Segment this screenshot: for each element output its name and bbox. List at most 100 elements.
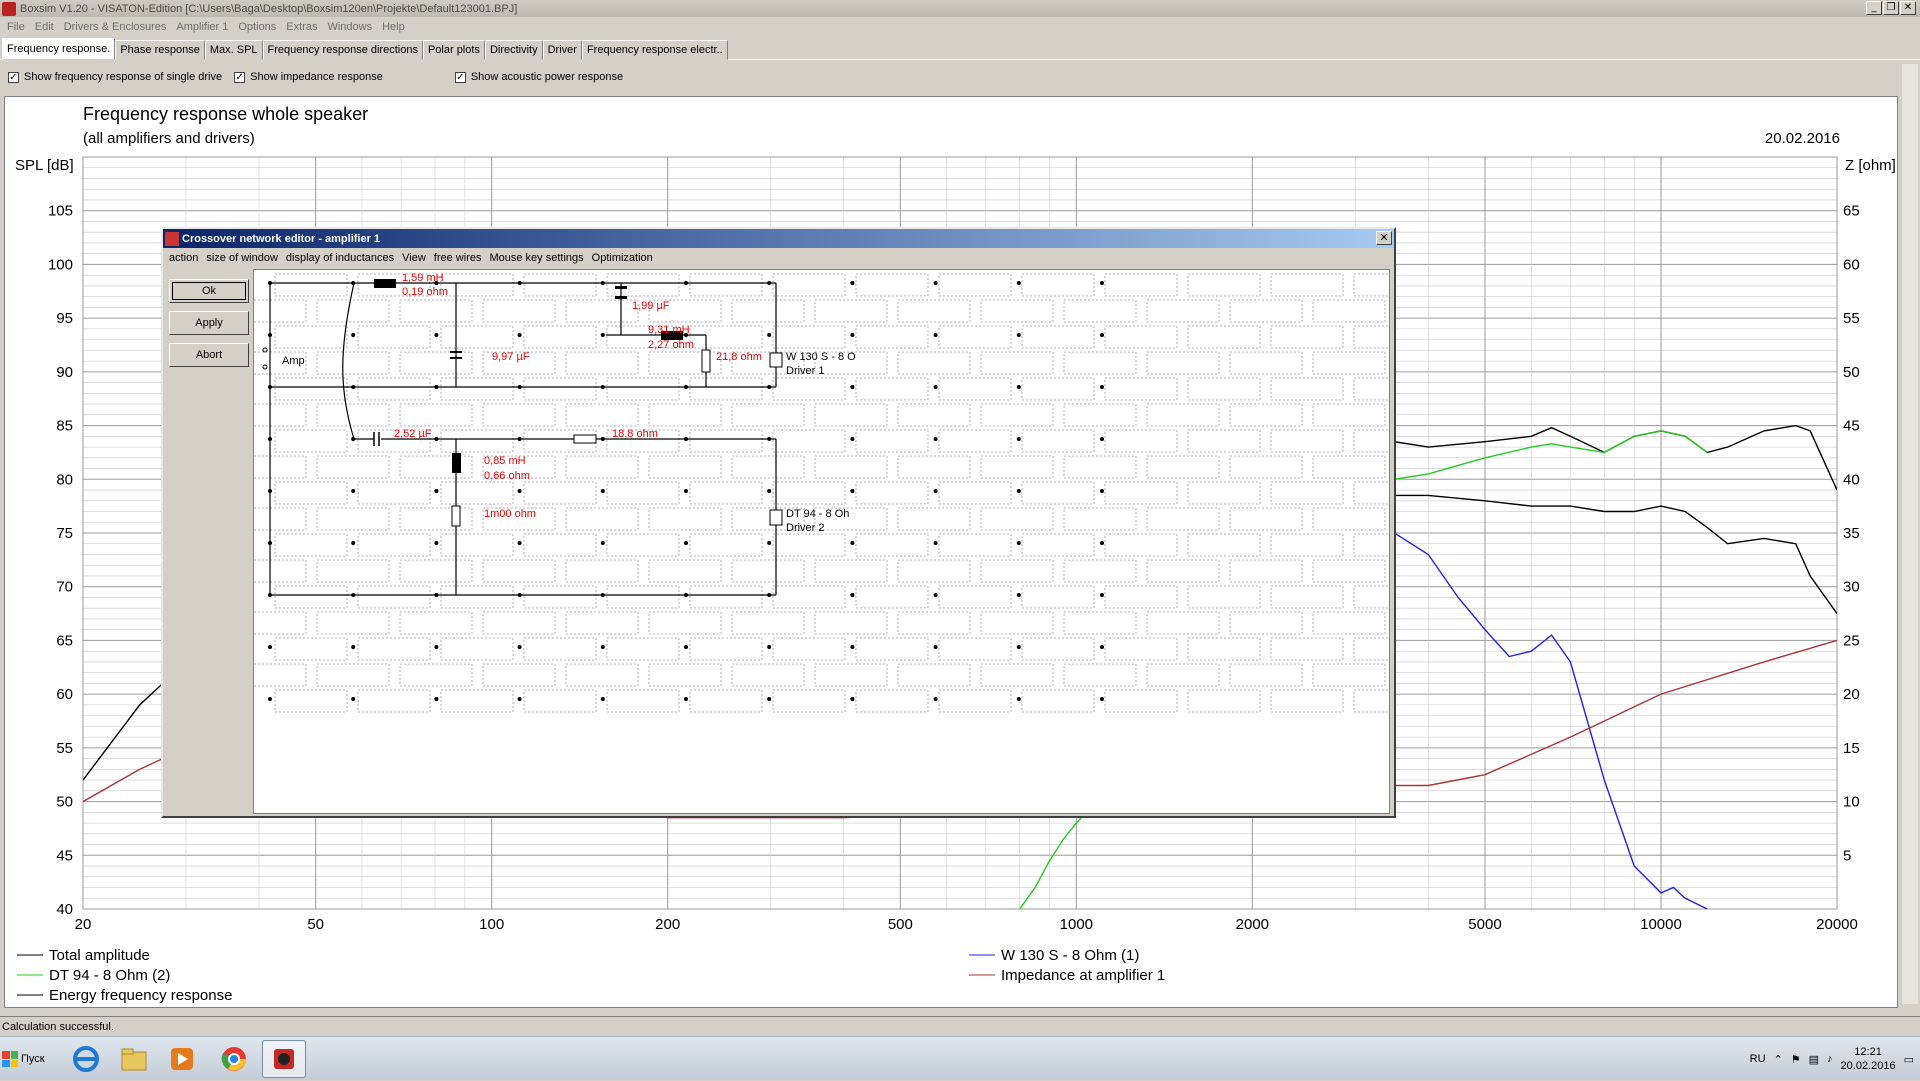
media-player-icon[interactable] (160, 1040, 204, 1078)
restore-icon[interactable]: ❐ (1883, 1, 1899, 15)
grid-node (850, 697, 855, 701)
option-impedance[interactable]: ✓ Show impedance response (234, 71, 383, 83)
placement-slot (357, 585, 431, 609)
checkbox-impedance[interactable]: ✓ (234, 71, 246, 83)
tray-expand-icon[interactable]: ⌃ (1774, 1053, 1783, 1066)
apply-button[interactable]: Apply (169, 311, 249, 335)
dialog-menu-view[interactable]: View (400, 252, 432, 264)
c3-value: 2,52 µF (394, 428, 432, 440)
grid-node (1016, 385, 1021, 389)
clock[interactable]: 12:21 20.02.2016 (1841, 1045, 1896, 1073)
menu-bar: File Edit Drivers & Enclosures Amplifier… (0, 17, 1920, 37)
vertical-scrollbar[interactable] (1902, 64, 1918, 1004)
y-tick-label: 40 (56, 901, 73, 918)
app-icon (2, 1, 16, 16)
placement-slot (523, 481, 597, 505)
grid-node (850, 437, 855, 441)
placement-slot (938, 585, 1012, 609)
close-icon[interactable]: ✕ (1376, 231, 1392, 245)
grid-node (933, 541, 938, 545)
capacitor-c1-plate-2 (615, 296, 627, 299)
c1-value: 1,99 µF (632, 300, 670, 312)
tab-max-spl[interactable]: Max. SPL (204, 40, 263, 60)
menu-drivers-enclosures[interactable]: Drivers & Enclosures (59, 21, 172, 33)
placement-slot (1146, 403, 1220, 427)
amp-label: Amp (282, 355, 305, 367)
dialog-menu-free-wires[interactable]: free wires (432, 252, 488, 264)
menu-windows[interactable]: Windows (322, 21, 377, 33)
placement-slot (1104, 429, 1178, 453)
dialog-menu-display-inductances[interactable]: display of inductances (284, 252, 400, 264)
chart-legend: Total amplitude DT 94 - 8 Ohm (2) Energy… (17, 947, 1165, 1004)
tab-frequency-response[interactable]: Frequency response. (2, 38, 116, 60)
placement-slot (606, 481, 680, 505)
x-tick-label: 2000 (1236, 916, 1269, 933)
y2-tick-label: 35 (1843, 525, 1860, 542)
menu-help[interactable]: Help (377, 21, 410, 33)
menu-amplifier[interactable]: Amplifier 1 (171, 21, 233, 33)
menu-edit[interactable]: Edit (30, 21, 59, 33)
circuit-diagram[interactable]: Amp 1,59 mH 0,19 ohm 1,99 µF 9,31 mH 2,2… (254, 270, 1390, 814)
tab-frequency-response-directions[interactable]: Frequency response directions (262, 40, 423, 60)
grid-node (1100, 593, 1104, 597)
file-explorer-icon[interactable] (112, 1040, 156, 1078)
y-axis-label: SPL [dB] (15, 157, 74, 174)
placement-slot (440, 637, 514, 661)
start-button[interactable]: Пуск (2, 1041, 52, 1077)
dialog-menu-size-of-window[interactable]: size of window (204, 252, 284, 264)
placement-slot (1353, 325, 1389, 349)
internet-explorer-icon[interactable] (64, 1040, 108, 1078)
placement-slot (938, 689, 1012, 713)
language-indicator[interactable]: RU (1750, 1053, 1766, 1065)
grid-node (434, 541, 439, 545)
tab-polar-plots[interactable]: Polar plots (422, 40, 485, 60)
placement-slot (440, 377, 514, 401)
boxsim-taskbar-icon[interactable] (262, 1040, 306, 1078)
r3-value: 1m00 ohm (484, 508, 536, 520)
tab-frequency-response-electrical[interactable]: Frequency response electr.. (581, 40, 728, 60)
abort-button[interactable]: Abort (169, 343, 249, 367)
placement-slot (772, 273, 846, 297)
placement-slot (897, 455, 971, 479)
menu-file[interactable]: File (2, 21, 30, 33)
grid-node (767, 489, 772, 493)
minimize-icon[interactable]: _ (1866, 1, 1882, 15)
placement-slot (1187, 481, 1261, 505)
dialog-menu-optimization[interactable]: Optimization (590, 252, 659, 264)
close-icon[interactable]: ✕ (1900, 1, 1916, 15)
placement-slot (1312, 507, 1386, 531)
checkbox-acoustic-power[interactable]: ✓ (454, 71, 466, 83)
placement-slot (606, 273, 680, 297)
show-desktop-icon[interactable]: ▭ (1904, 1053, 1914, 1066)
placement-slot (814, 663, 888, 687)
menu-options[interactable]: Options (233, 21, 281, 33)
option-acoustic-power[interactable]: ✓ Show acoustic power response (454, 71, 623, 83)
placement-slot (316, 299, 390, 323)
ok-button[interactable]: Ok (169, 279, 249, 303)
placement-slot (855, 689, 929, 713)
placement-slot (938, 533, 1012, 557)
tab-phase-response[interactable]: Phase response (115, 40, 205, 60)
placement-slot (980, 507, 1054, 531)
dialog-menu-mouse-keys[interactable]: Mouse key settings (487, 252, 589, 264)
checkbox-single-driver[interactable]: ✓ (8, 71, 19, 83)
circuit-canvas[interactable]: Amp 1,59 mH 0,19 ohm 1,99 µF 9,31 mH 2,2… (253, 269, 1390, 814)
capacitor-c1-plate (615, 286, 627, 289)
action-center-icon[interactable]: ⚑ (1791, 1053, 1801, 1066)
placement-slot (1312, 611, 1386, 635)
placement-slot (399, 559, 473, 583)
volume-icon[interactable]: ♪ (1827, 1053, 1833, 1065)
menu-extras[interactable]: Extras (281, 21, 322, 33)
tab-driver[interactable]: Driver (542, 40, 582, 60)
placement-slot (1229, 351, 1303, 375)
placement-slot (731, 403, 805, 427)
grid-node (850, 541, 855, 545)
option-single-driver[interactable]: ✓ Show frequency response of single driv… (8, 71, 222, 83)
grid-node (434, 645, 439, 649)
grid-node (933, 697, 938, 701)
placement-slot (689, 325, 763, 349)
dialog-menu-action[interactable]: action (167, 252, 204, 264)
chrome-icon[interactable] (212, 1040, 256, 1078)
network-icon[interactable]: ▤ (1809, 1053, 1819, 1066)
tab-directivity[interactable]: Directivity (484, 40, 543, 60)
